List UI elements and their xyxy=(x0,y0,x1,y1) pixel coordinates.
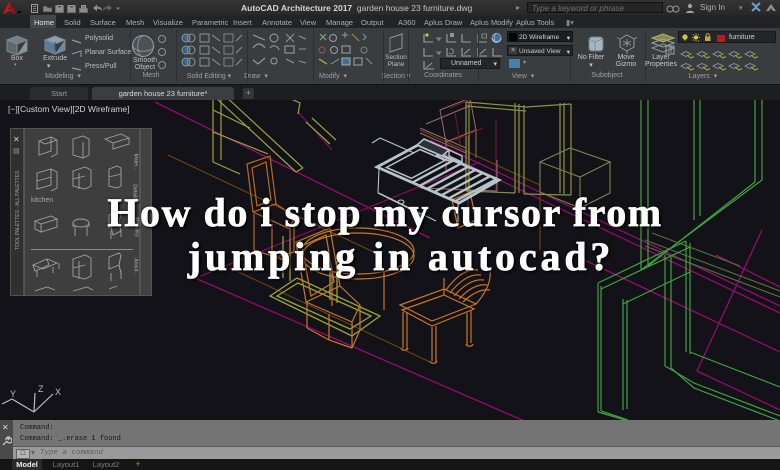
svg-text:X: X xyxy=(55,387,61,397)
svg-text:▾: ▾ xyxy=(739,5,743,12)
svg-text:Y: Y xyxy=(10,389,16,399)
svg-text:Z: Z xyxy=(38,384,44,394)
